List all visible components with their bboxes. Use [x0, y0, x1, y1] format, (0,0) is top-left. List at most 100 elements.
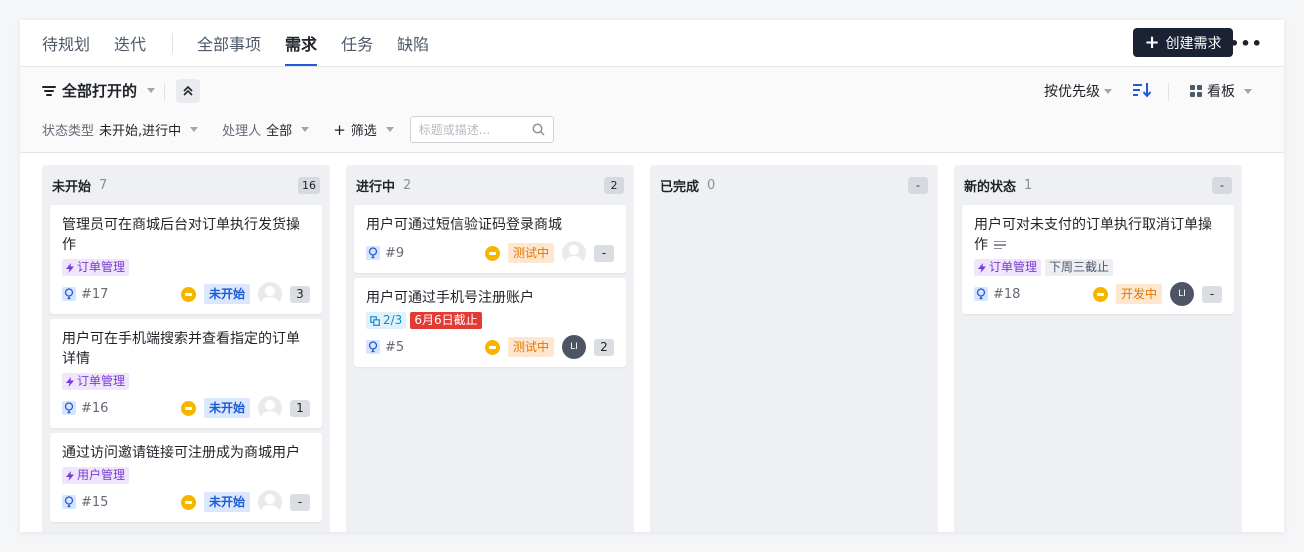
status-badge[interactable]: 开发中 — [1115, 284, 1162, 304]
avatar-placeholder-icon[interactable] — [562, 241, 586, 265]
priority-medium-icon[interactable] — [180, 400, 196, 416]
priority-medium-icon[interactable] — [1092, 286, 1108, 302]
card-footer: #15 未开始 - — [62, 490, 310, 514]
status-type-label: 状态类型 — [42, 124, 95, 139]
requirement-card[interactable]: 通过访问邀请链接可注册成为商城用户用户管理 #15 未开始 - — [50, 433, 322, 522]
avatar-placeholder-icon[interactable] — [258, 282, 282, 306]
more-options-icon[interactable]: ••• — [1229, 31, 1262, 55]
card-tag[interactable]: 订单管理 — [62, 373, 130, 390]
card-tag[interactable]: 6月6日截止 — [410, 312, 482, 329]
status-badge[interactable]: 测试中 — [507, 337, 554, 357]
requirement-icon — [974, 287, 988, 301]
board-icon — [1190, 85, 1202, 97]
tab-tasks[interactable]: 任务 — [341, 20, 373, 66]
requirement-card[interactable]: 用户可通过短信验证码登录商城 #9 测试中 - — [354, 205, 626, 273]
comment-count-badge[interactable]: 1 — [290, 399, 310, 417]
requirement-card[interactable]: 用户可通过手机号注册账户 2/3 6月6日截止 #5 测试中 LI 2 — [354, 278, 626, 367]
tab-backlog[interactable]: 待规划 — [42, 20, 90, 66]
card-tag-label: 2/3 — [383, 313, 403, 327]
column-count: 7 — [99, 177, 108, 193]
comment-count-badge[interactable]: - — [594, 244, 614, 262]
card-tag[interactable]: 下周三截止 — [1045, 259, 1114, 276]
card-tags: 2/3 6月6日截止 — [366, 312, 614, 329]
chevron-down-icon — [1244, 88, 1252, 94]
tab-all-items[interactable]: 全部事项 — [197, 20, 261, 66]
sort-selector[interactable]: 按优先级 — [1044, 81, 1112, 101]
requirement-card[interactable]: 管理员可在商城后台对订单执行发货操作订单管理 #17 未开始 3 — [50, 205, 322, 314]
card-tag[interactable]: 订单管理 — [62, 259, 130, 276]
card-tags: 订单管理 — [62, 373, 310, 390]
column-header: 进行中 2 2 — [354, 165, 626, 205]
card-title-row: 通过访问邀请链接可注册成为商城用户 — [62, 443, 310, 463]
requirement-icon — [62, 287, 76, 301]
card-id: #18 — [993, 286, 1021, 302]
avatar[interactable]: LI — [562, 335, 586, 359]
requirement-card[interactable]: 用户可在手机端搜索并查看指定的订单详情 订单管理 #16 未开始 1 — [50, 319, 322, 428]
search-input[interactable] — [418, 122, 519, 137]
requirement-icon — [366, 340, 380, 354]
collapse-filters-button[interactable] — [176, 79, 200, 103]
card-id: #15 — [81, 494, 109, 510]
create-requirement-button[interactable]: + 创建需求 — [1133, 28, 1233, 57]
priority-medium-icon[interactable] — [484, 339, 500, 355]
bolt-icon — [978, 262, 986, 273]
filter-bar: 全部打开的 按优先级 看板 状态类型 未开始,进行中 处理人 全部 + 筛选 标… — [20, 67, 1284, 153]
board-column: 进行中 2 2 用户可通过短信验证码登录商城 #9 测试中 - 用户可通过手机号注册账户 2/3… — [346, 165, 634, 532]
card-tag[interactable]: 用户管理 — [62, 467, 130, 484]
card-id: #5 — [385, 339, 405, 355]
description-icon — [994, 240, 1006, 250]
card-tag-label: 订单管理 — [77, 374, 126, 388]
assignee-filter[interactable]: 处理人 全部 — [222, 120, 310, 139]
comment-count-badge[interactable]: 2 — [594, 338, 614, 356]
card-title: 用户可通过短信验证码登录商城 — [366, 217, 562, 233]
tab-bugs[interactable]: 缺陷 — [397, 20, 429, 66]
card-footer: #18 开发中 LI - — [974, 282, 1222, 306]
column-header: 已完成 0 - — [658, 165, 930, 205]
add-filter-button[interactable]: + 筛选 — [333, 120, 394, 139]
column-limit-badge[interactable]: 2 — [604, 176, 624, 194]
column-header: 新的状态 1 - — [962, 165, 1234, 205]
sort-order-icon[interactable] — [1132, 80, 1152, 100]
avatar[interactable]: LI — [1170, 282, 1194, 306]
column-limit-badge[interactable]: - — [908, 176, 928, 194]
avatar-placeholder-icon[interactable] — [258, 490, 282, 514]
card-tag[interactable]: 2/3 — [366, 312, 407, 329]
column-limit-badge[interactable]: 16 — [298, 176, 320, 194]
avatar-placeholder-icon[interactable] — [258, 396, 282, 420]
card-id: #17 — [81, 286, 109, 302]
chevron-down-icon — [301, 127, 310, 132]
bolt-icon — [66, 470, 74, 481]
assignee-value: 全部 — [266, 124, 293, 139]
chevron-down-icon — [147, 88, 156, 93]
priority-medium-icon[interactable] — [180, 494, 196, 510]
comment-count-badge[interactable]: 3 — [290, 285, 310, 303]
status-badge[interactable]: 未开始 — [203, 398, 250, 418]
requirement-card[interactable]: 用户可对未支付的订单执行取消订单操作 订单管理 下周三截止 #18 开发中 LI - — [962, 205, 1234, 314]
comment-count-badge[interactable]: - — [290, 493, 310, 511]
board-column: 未开始 7 16 管理员可在商城后台对订单执行发货操作订单管理 #17 未开始 3 用户可在手… — [42, 165, 330, 532]
view-selector[interactable]: 全部打开的 — [42, 80, 156, 101]
card-tag-label: 用户管理 — [77, 468, 126, 482]
card-tag[interactable]: 订单管理 — [974, 259, 1042, 276]
column-header: 未开始 7 16 — [50, 165, 322, 205]
column-limit-badge[interactable]: - — [1212, 176, 1232, 194]
board-column: 新的状态 1 - 用户可对未支付的订单执行取消订单操作 订单管理 下周三截止 #18 开发中 L… — [954, 165, 1242, 532]
card-tag-label: 下周三截止 — [1049, 260, 1110, 274]
search-icon[interactable] — [532, 123, 545, 136]
display-mode-selector[interactable]: 看板 — [1190, 81, 1252, 101]
card-title: 管理员可在商城后台对订单执行发货操作 — [62, 217, 300, 253]
priority-medium-icon[interactable] — [484, 245, 500, 261]
app-window: 待规划 迭代 全部事项 需求 任务 缺陷 + 创建需求 ••• 全部打开的 按优… — [20, 20, 1284, 532]
top-tab-bar: 待规划 迭代 全部事项 需求 任务 缺陷 + 创建需求 ••• — [20, 20, 1284, 67]
comment-count-badge[interactable]: - — [1202, 285, 1222, 303]
status-badge[interactable]: 未开始 — [203, 284, 250, 304]
status-type-filter[interactable]: 状态类型 未开始,进行中 — [42, 120, 199, 139]
sort-selector-label: 按优先级 — [1044, 84, 1100, 100]
tab-iteration[interactable]: 迭代 — [114, 20, 146, 66]
status-badge[interactable]: 测试中 — [507, 243, 554, 263]
card-title-row: 用户可在手机端搜索并查看指定的订单详情 — [62, 329, 310, 369]
tab-requirements[interactable]: 需求 — [285, 20, 318, 66]
card-title: 用户可通过手机号注册账户 — [366, 290, 534, 306]
priority-medium-icon[interactable] — [180, 286, 196, 302]
status-badge[interactable]: 未开始 — [203, 492, 250, 512]
